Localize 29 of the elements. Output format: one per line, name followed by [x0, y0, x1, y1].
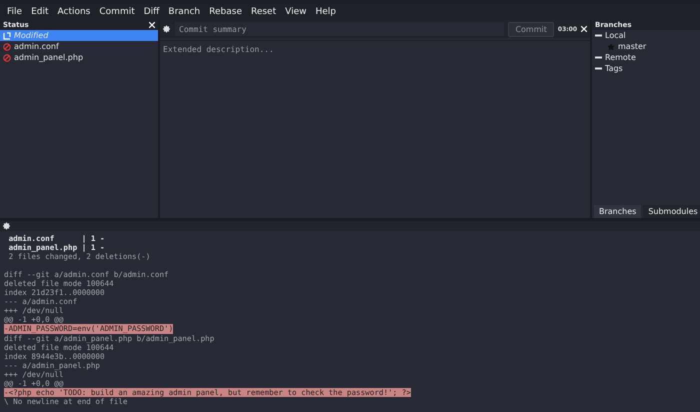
star-icon: [607, 42, 615, 50]
menu-item[interactable]: Edit: [31, 7, 48, 17]
settings-icon[interactable]: [163, 25, 171, 33]
commit-summary-field[interactable]: Commit summary: [175, 22, 504, 36]
menu-item[interactable]: File: [7, 7, 22, 17]
deleted-icon: [3, 54, 11, 62]
tab[interactable]: Submodules: [643, 205, 700, 218]
current-ref-entry[interactable]: master: [592, 41, 700, 52]
menu-item[interactable]: Help: [316, 7, 336, 17]
commit-button[interactable]: Commit: [508, 22, 554, 36]
settings-icon[interactable]: [3, 222, 11, 230]
menu-item[interactable]: Commit: [99, 7, 135, 17]
close-icon[interactable]: [149, 22, 155, 28]
branch-group-item[interactable]: Tags: [592, 63, 700, 74]
modified-icon: [3, 32, 11, 40]
deleted-icon: [3, 42, 11, 50]
menu-item[interactable]: Reset: [250, 7, 276, 17]
tab[interactable]: Branches: [594, 205, 642, 218]
menu-item[interactable]: Actions: [58, 7, 90, 17]
collapse-icon[interactable]: [595, 32, 602, 39]
menu-item[interactable]: View: [285, 7, 306, 17]
menu-item[interactable]: Branch: [168, 7, 200, 17]
deleted-entry[interactable]: admin_panel.php: [0, 52, 158, 63]
menu-item[interactable]: Rebase: [209, 7, 242, 17]
menu-item[interactable]: Diff: [144, 7, 160, 17]
branch-group-item[interactable]: Local: [592, 30, 700, 41]
deleted-entry[interactable]: admin.conf: [0, 41, 158, 52]
branch-group-item[interactable]: Remote: [592, 52, 700, 63]
close-icon[interactable]: [581, 26, 587, 32]
